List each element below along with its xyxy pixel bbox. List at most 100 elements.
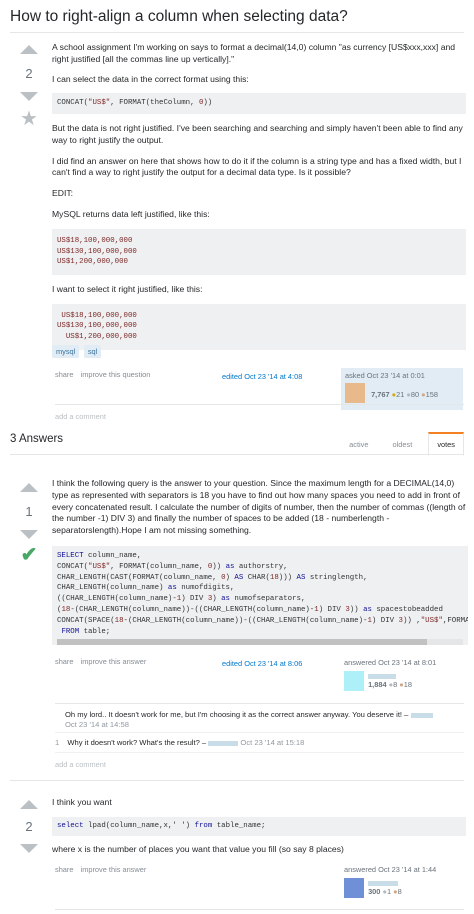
code-block: US$18,100,000,000 US$130,100,000,000 US$…	[52, 303, 466, 350]
code-token: table_name;	[212, 821, 266, 830]
tag-mysql[interactable]: mysql	[52, 345, 80, 358]
code-line: US$1,200,000,000	[57, 258, 128, 267]
answer-divider	[10, 780, 464, 781]
answered-date: answered Oct 23 '14 at 8:01	[344, 658, 437, 667]
avatar[interactable]	[345, 383, 365, 403]
tag-sql[interactable]: sql	[83, 345, 102, 358]
question-paragraph: I can select the data in the correct for…	[52, 73, 249, 84]
upvote-arrow-icon[interactable]	[20, 45, 38, 54]
favorite-star-icon[interactable]: ★	[12, 109, 46, 129]
edited-link[interactable]: edited Oct 23 '14 at 8:06	[222, 659, 302, 668]
answer2-body: I think you want select lpad(column_name…	[52, 797, 466, 855]
code-horizontal-scrollbar[interactable]	[57, 639, 463, 646]
comment-user-redacted[interactable]	[208, 740, 239, 746]
comments-divider	[55, 909, 464, 910]
question-paragraph: A school assignment I'm working on says …	[52, 42, 456, 64]
code-block: SELECT column_name, CONCAT("US$", FORMAT…	[52, 545, 468, 646]
upvote-arrow-icon[interactable]	[20, 483, 38, 492]
answer1-post-menu: share improve this answer	[55, 657, 151, 666]
add-comment-link[interactable]: add a comment	[55, 412, 106, 421]
silver-badge-count: 80	[410, 390, 420, 399]
title-divider	[10, 32, 464, 33]
answer-paragraph: I think you want	[52, 797, 112, 807]
code-line: US$1,200,000,000	[57, 333, 137, 342]
username-redacted[interactable]	[368, 673, 397, 679]
reputation-score: 7,767	[371, 390, 390, 399]
downvote-arrow-icon[interactable]	[20, 844, 38, 853]
comment-score: 1	[55, 738, 60, 747]
scrollbar-thumb[interactable]	[57, 639, 427, 646]
asked-date: asked Oct 23 '14 at 0:01	[345, 371, 425, 380]
tab-votes[interactable]: votes	[428, 432, 464, 456]
improve-answer-link[interactable]: improve this answer	[81, 657, 147, 666]
answer1-vote-cell: 1 ✔	[12, 483, 46, 565]
gold-badge-count: 21	[396, 390, 405, 399]
code-token: ))	[203, 99, 213, 108]
comments-divider	[55, 703, 464, 704]
bronze-badge-count: 18	[403, 680, 412, 689]
page-title[interactable]: How to right-align a column when selecti…	[10, 8, 470, 26]
question-vote-cell: 2 ★	[12, 45, 46, 129]
answer2-post-menu: share improve this answer	[55, 865, 151, 874]
share-link[interactable]: share	[55, 865, 74, 874]
question-post-menu: share improve this question	[55, 370, 155, 379]
code-token: lpad(column_name,x,' ')	[83, 821, 195, 830]
username-redacted[interactable]	[368, 880, 399, 886]
question-vote-count: 2	[25, 66, 33, 81]
code-block: US$18,100,000,000 US$130,100,000,000 US$…	[52, 228, 466, 275]
share-link[interactable]: share	[55, 657, 74, 666]
answer-sort-tabs: active oldest votes	[335, 432, 464, 456]
code-line: US$130,100,000,000	[57, 322, 137, 331]
reputation-score: 1,884	[368, 680, 387, 689]
comment-user-redacted[interactable]	[410, 712, 433, 718]
avatar[interactable]	[344, 671, 364, 691]
avatar[interactable]	[344, 878, 364, 898]
comment-divider	[55, 732, 464, 733]
accepted-checkmark-icon: ✔	[20, 544, 38, 566]
improve-answer-link[interactable]: improve this answer	[81, 865, 147, 874]
reputation-score: 300	[368, 887, 381, 896]
comment-divider	[55, 752, 464, 753]
question-tags: mysql sql	[52, 345, 103, 358]
edited-link[interactable]: edited Oct 23 '14 at 4:08	[222, 372, 302, 381]
answer1-body: I think the following query is the answe…	[52, 478, 468, 646]
comment-date: Oct 23 '14 at 15:18	[240, 738, 305, 747]
share-link[interactable]: share	[55, 370, 74, 379]
code-token: from	[194, 821, 213, 830]
answer1-vote-count: 1	[25, 504, 33, 519]
answers-divider	[10, 454, 464, 455]
answer2-vote-cell: 2	[12, 800, 46, 853]
tab-oldest[interactable]: oldest	[385, 434, 421, 455]
code-line: US$130,100,000,000	[57, 247, 137, 256]
code-line: US$18,100,000,000	[57, 236, 133, 245]
code-token: select	[57, 821, 84, 830]
code-token: "US$"	[88, 99, 111, 108]
answers-count-heading: 3 Answers	[10, 433, 64, 445]
tab-active[interactable]: active	[341, 434, 376, 455]
bronze-badge-count: 158	[425, 390, 438, 399]
downvote-arrow-icon[interactable]	[20, 92, 38, 101]
question-paragraph: EDIT:	[52, 188, 74, 199]
code-token: , FORMAT(theColumn,	[110, 99, 199, 108]
comment: Oh my lord.. It doesn't work for me, but…	[65, 710, 460, 730]
comment-text: Oh my lord.. It doesn't work for me, but…	[65, 710, 409, 719]
downvote-arrow-icon[interactable]	[20, 530, 38, 539]
comment-text: Why it doesn't work? What's the result? …	[67, 738, 207, 747]
answerer2-user-card: answered Oct 23 '14 at 1:44 300 ●1 ●8	[344, 865, 462, 898]
question-paragraph: MySQL returns data left justified, like …	[52, 209, 210, 220]
answered-date: answered Oct 23 '14 at 1:44	[344, 865, 437, 874]
question-paragraph: I want to select it right justified, lik…	[52, 283, 203, 294]
comment-date: Oct 23 '14 at 14:58	[65, 720, 129, 729]
question-paragraph: But the data is not right justified. I'v…	[52, 123, 463, 145]
code-block: CONCAT("US$", FORMAT(theColumn, 0))	[52, 93, 466, 115]
answer-paragraph: where x is the number of places you want…	[52, 843, 344, 854]
improve-question-link[interactable]: improve this question	[81, 370, 151, 379]
question-paragraph: I did find an answer on here that shows …	[52, 155, 462, 178]
silver-badge-count: 8	[393, 680, 398, 689]
upvote-arrow-icon[interactable]	[20, 800, 38, 809]
answer-paragraph: I think the following query is the answe…	[52, 478, 466, 536]
add-comment-link[interactable]: add a comment	[55, 760, 106, 769]
comments-divider	[55, 404, 464, 405]
question-body: A school assignment I'm working on says …	[52, 42, 466, 350]
code-block: select lpad(column_name,x,' ') from tabl…	[52, 816, 466, 836]
